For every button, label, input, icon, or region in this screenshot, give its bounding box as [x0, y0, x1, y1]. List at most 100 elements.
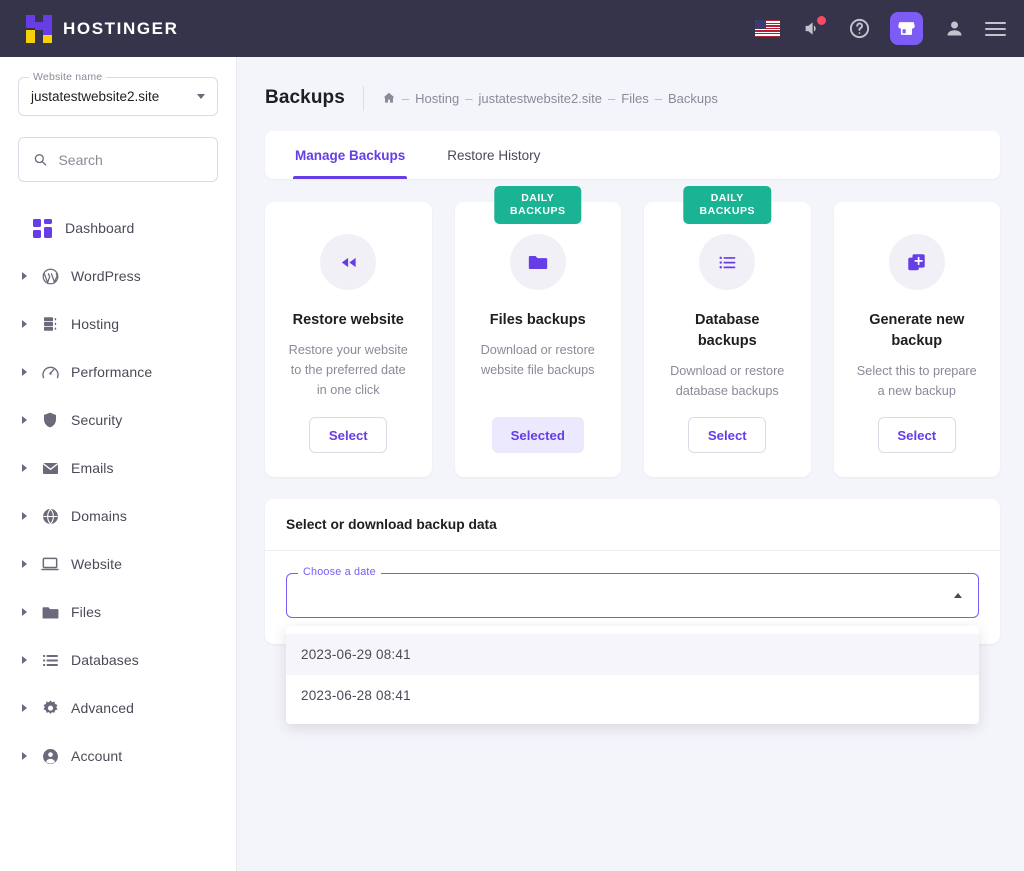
sidebar-item-label: Website	[71, 556, 123, 572]
daily-backups-badge: DAILY BACKUPS	[494, 186, 582, 224]
sidebar-item-label: Hosting	[71, 316, 120, 332]
search-icon	[34, 154, 47, 166]
sidebar-item-dashboard[interactable]: Dashboard	[18, 204, 218, 252]
dropdown-option[interactable]: 2023-06-28 08:41	[286, 675, 979, 716]
choose-date-dropdown: 2023-06-29 08:41 2023-06-28 08:41	[286, 626, 979, 724]
select-button[interactable]: Select	[688, 417, 767, 453]
menu-icon[interactable]	[985, 21, 1006, 36]
card-restore-website[interactable]: Restore website Restore your website to …	[265, 202, 432, 477]
select-button[interactable]: Select	[309, 417, 388, 453]
page-title: Backups	[265, 87, 345, 108]
selected-button[interactable]: Selected	[491, 417, 584, 453]
sidebar-item-wordpress[interactable]: WordPress	[18, 252, 218, 300]
notification-badge-dot	[817, 15, 826, 25]
main-content: Backups – Hosting – justatestwebsite2.si…	[237, 57, 1024, 871]
duplicate-plus-icon	[888, 234, 945, 290]
dropdown-option[interactable]: 2023-06-29 08:41	[286, 634, 979, 675]
sidebar-item-label: Dashboard	[65, 220, 135, 236]
card-files-backups[interactable]: DAILY BACKUPS Files backups Download or …	[454, 186, 621, 477]
search-input[interactable]	[58, 151, 203, 168]
tabs-bar: Manage Backups Restore History	[265, 131, 1000, 179]
expand-arrow-icon	[20, 608, 29, 616]
sidebar-item-label: Files	[71, 604, 102, 620]
breadcrumb-item-hosting[interactable]: Hosting	[415, 91, 459, 106]
sidebar-item-label: WordPress	[71, 268, 141, 284]
dropdown-option-label: 2023-06-28 08:41	[301, 688, 411, 703]
home-icon[interactable]	[382, 91, 396, 105]
server-icon	[39, 313, 61, 335]
database-list-icon	[39, 649, 61, 671]
store-icon[interactable]	[890, 12, 923, 45]
card-description: Restore your website to the preferred da…	[288, 343, 408, 397]
rewind-icon	[320, 234, 377, 290]
folder-icon	[509, 234, 566, 290]
select-button[interactable]: Select	[877, 417, 956, 453]
folder-icon	[39, 601, 61, 623]
megaphone-icon[interactable]	[798, 14, 828, 44]
sidebar-item-label: Security	[71, 412, 123, 428]
dropdown-option-label: 2023-06-29 08:41	[301, 647, 411, 662]
card-description: Download or restore database backups	[670, 364, 785, 398]
website-selector-value: justatestwebsite2.site	[31, 89, 160, 104]
expand-arrow-icon	[20, 272, 29, 280]
sidebar-item-performance[interactable]: Performance	[18, 348, 218, 396]
hostinger-logo[interactable]: HOSTINGER	[26, 14, 178, 43]
website-selector[interactable]: Website name justatestwebsite2.site	[18, 71, 218, 116]
expand-arrow-icon	[20, 464, 29, 472]
expand-arrow-icon	[20, 512, 29, 520]
list-icon	[699, 234, 756, 290]
wordpress-icon	[39, 265, 61, 287]
globe-icon	[39, 505, 61, 527]
card-database-backups[interactable]: DAILY BACKUPS Database backups Download …	[644, 186, 811, 477]
choose-date-select[interactable]: Choose a date	[286, 566, 979, 618]
dashboard-grid-icon	[33, 218, 52, 238]
gauge-icon	[39, 361, 61, 383]
help-icon[interactable]	[844, 14, 874, 44]
hostinger-logo-mark	[26, 14, 52, 43]
envelope-icon	[39, 457, 61, 479]
sidebar-item-website[interactable]: Website	[18, 540, 218, 588]
card-title: Generate new backup	[869, 312, 965, 349]
sidebar-item-label: Performance	[71, 364, 153, 380]
sidebar-item-emails[interactable]: Emails	[18, 444, 218, 492]
daily-backups-badge: DAILY BACKUPS	[683, 186, 771, 224]
laptop-icon	[39, 553, 61, 575]
shield-icon	[39, 409, 61, 431]
sidebar-item-label: Account	[71, 748, 123, 764]
tab-restore-history[interactable]: Restore History	[445, 131, 542, 179]
top-navigation-bar: HOSTINGER	[0, 0, 1024, 57]
language-flag-icon[interactable]	[752, 14, 782, 44]
sidebar-item-hosting[interactable]: Hosting	[18, 300, 218, 348]
card-title: Restore website	[292, 312, 404, 328]
website-selector-label: Website name	[29, 71, 107, 83]
gear-icon	[39, 697, 61, 719]
sidebar-item-databases[interactable]: Databases	[18, 636, 218, 684]
sidebar-item-advanced[interactable]: Advanced	[18, 684, 218, 732]
sidebar-item-files[interactable]: Files	[18, 588, 218, 636]
panel-title: Select or download backup data	[265, 499, 1000, 551]
person-circle-icon	[39, 745, 61, 767]
expand-arrow-icon	[20, 752, 29, 760]
breadcrumb-item-site[interactable]: justatestwebsite2.site	[478, 91, 602, 106]
sidebar: Website name justatestwebsite2.site Dash…	[0, 57, 237, 871]
breadcrumb: – Hosting – justatestwebsite2.site – Fil…	[382, 91, 718, 106]
card-description: Select this to prepare a new backup	[856, 364, 977, 398]
breadcrumb-separator: –	[608, 90, 616, 106]
sidebar-item-label: Domains	[71, 508, 127, 524]
sidebar-item-label: Databases	[71, 652, 139, 668]
sidebar-item-account[interactable]: Account	[18, 732, 218, 780]
breadcrumb-item-backups[interactable]: Backups	[668, 91, 718, 106]
backup-options-cards: Restore website Restore your website to …	[265, 186, 1000, 477]
chevron-up-icon	[954, 593, 962, 598]
account-icon[interactable]	[939, 14, 969, 44]
page-header: Backups – Hosting – justatestwebsite2.si…	[265, 83, 1000, 113]
tab-manage-backups[interactable]: Manage Backups	[293, 131, 408, 179]
expand-arrow-icon	[20, 368, 29, 376]
header-divider	[362, 85, 364, 111]
search-box[interactable]	[18, 137, 218, 182]
sidebar-item-security[interactable]: Security	[18, 396, 218, 444]
expand-arrow-icon	[20, 704, 29, 712]
sidebar-item-domains[interactable]: Domains	[18, 492, 218, 540]
breadcrumb-item-files[interactable]: Files	[621, 91, 648, 106]
card-generate-new-backup[interactable]: Generate new backup Select this to prepa…	[833, 202, 1000, 477]
